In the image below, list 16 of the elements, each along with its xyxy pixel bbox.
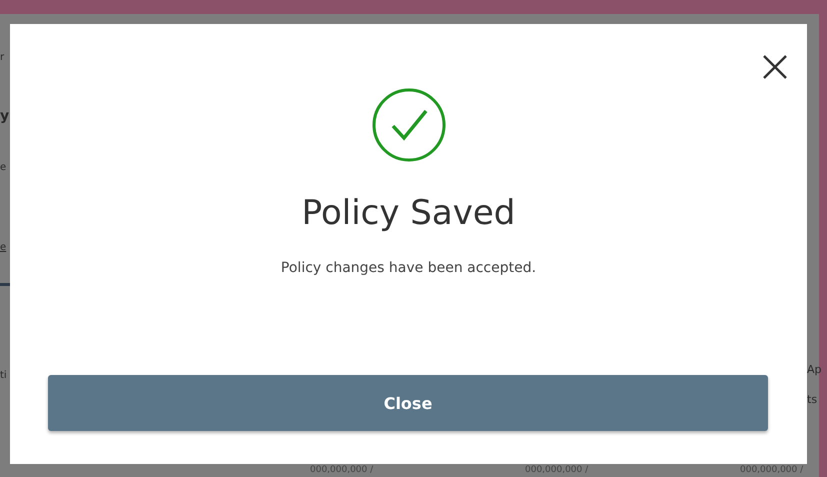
check-circle-icon (371, 87, 447, 163)
background-text: 000,000,000 / (740, 465, 804, 476)
background-text: r (0, 51, 4, 65)
background-text: e (0, 241, 6, 255)
background-text: ts (807, 392, 818, 408)
background-text: e (0, 161, 6, 175)
background-text: 000,000,000 / (310, 465, 374, 476)
background-text: y (0, 108, 10, 124)
background-text: ti (0, 369, 7, 383)
background-text: Ap (807, 362, 822, 378)
background-text: 000,000,000 / (525, 465, 588, 476)
close-button[interactable]: Close (48, 375, 768, 431)
tab-underline (0, 283, 10, 286)
dialog-title: Policy Saved (300, 192, 516, 234)
dialog-message: Policy changes have been accepted. (280, 259, 538, 278)
close-icon[interactable] (762, 54, 788, 80)
